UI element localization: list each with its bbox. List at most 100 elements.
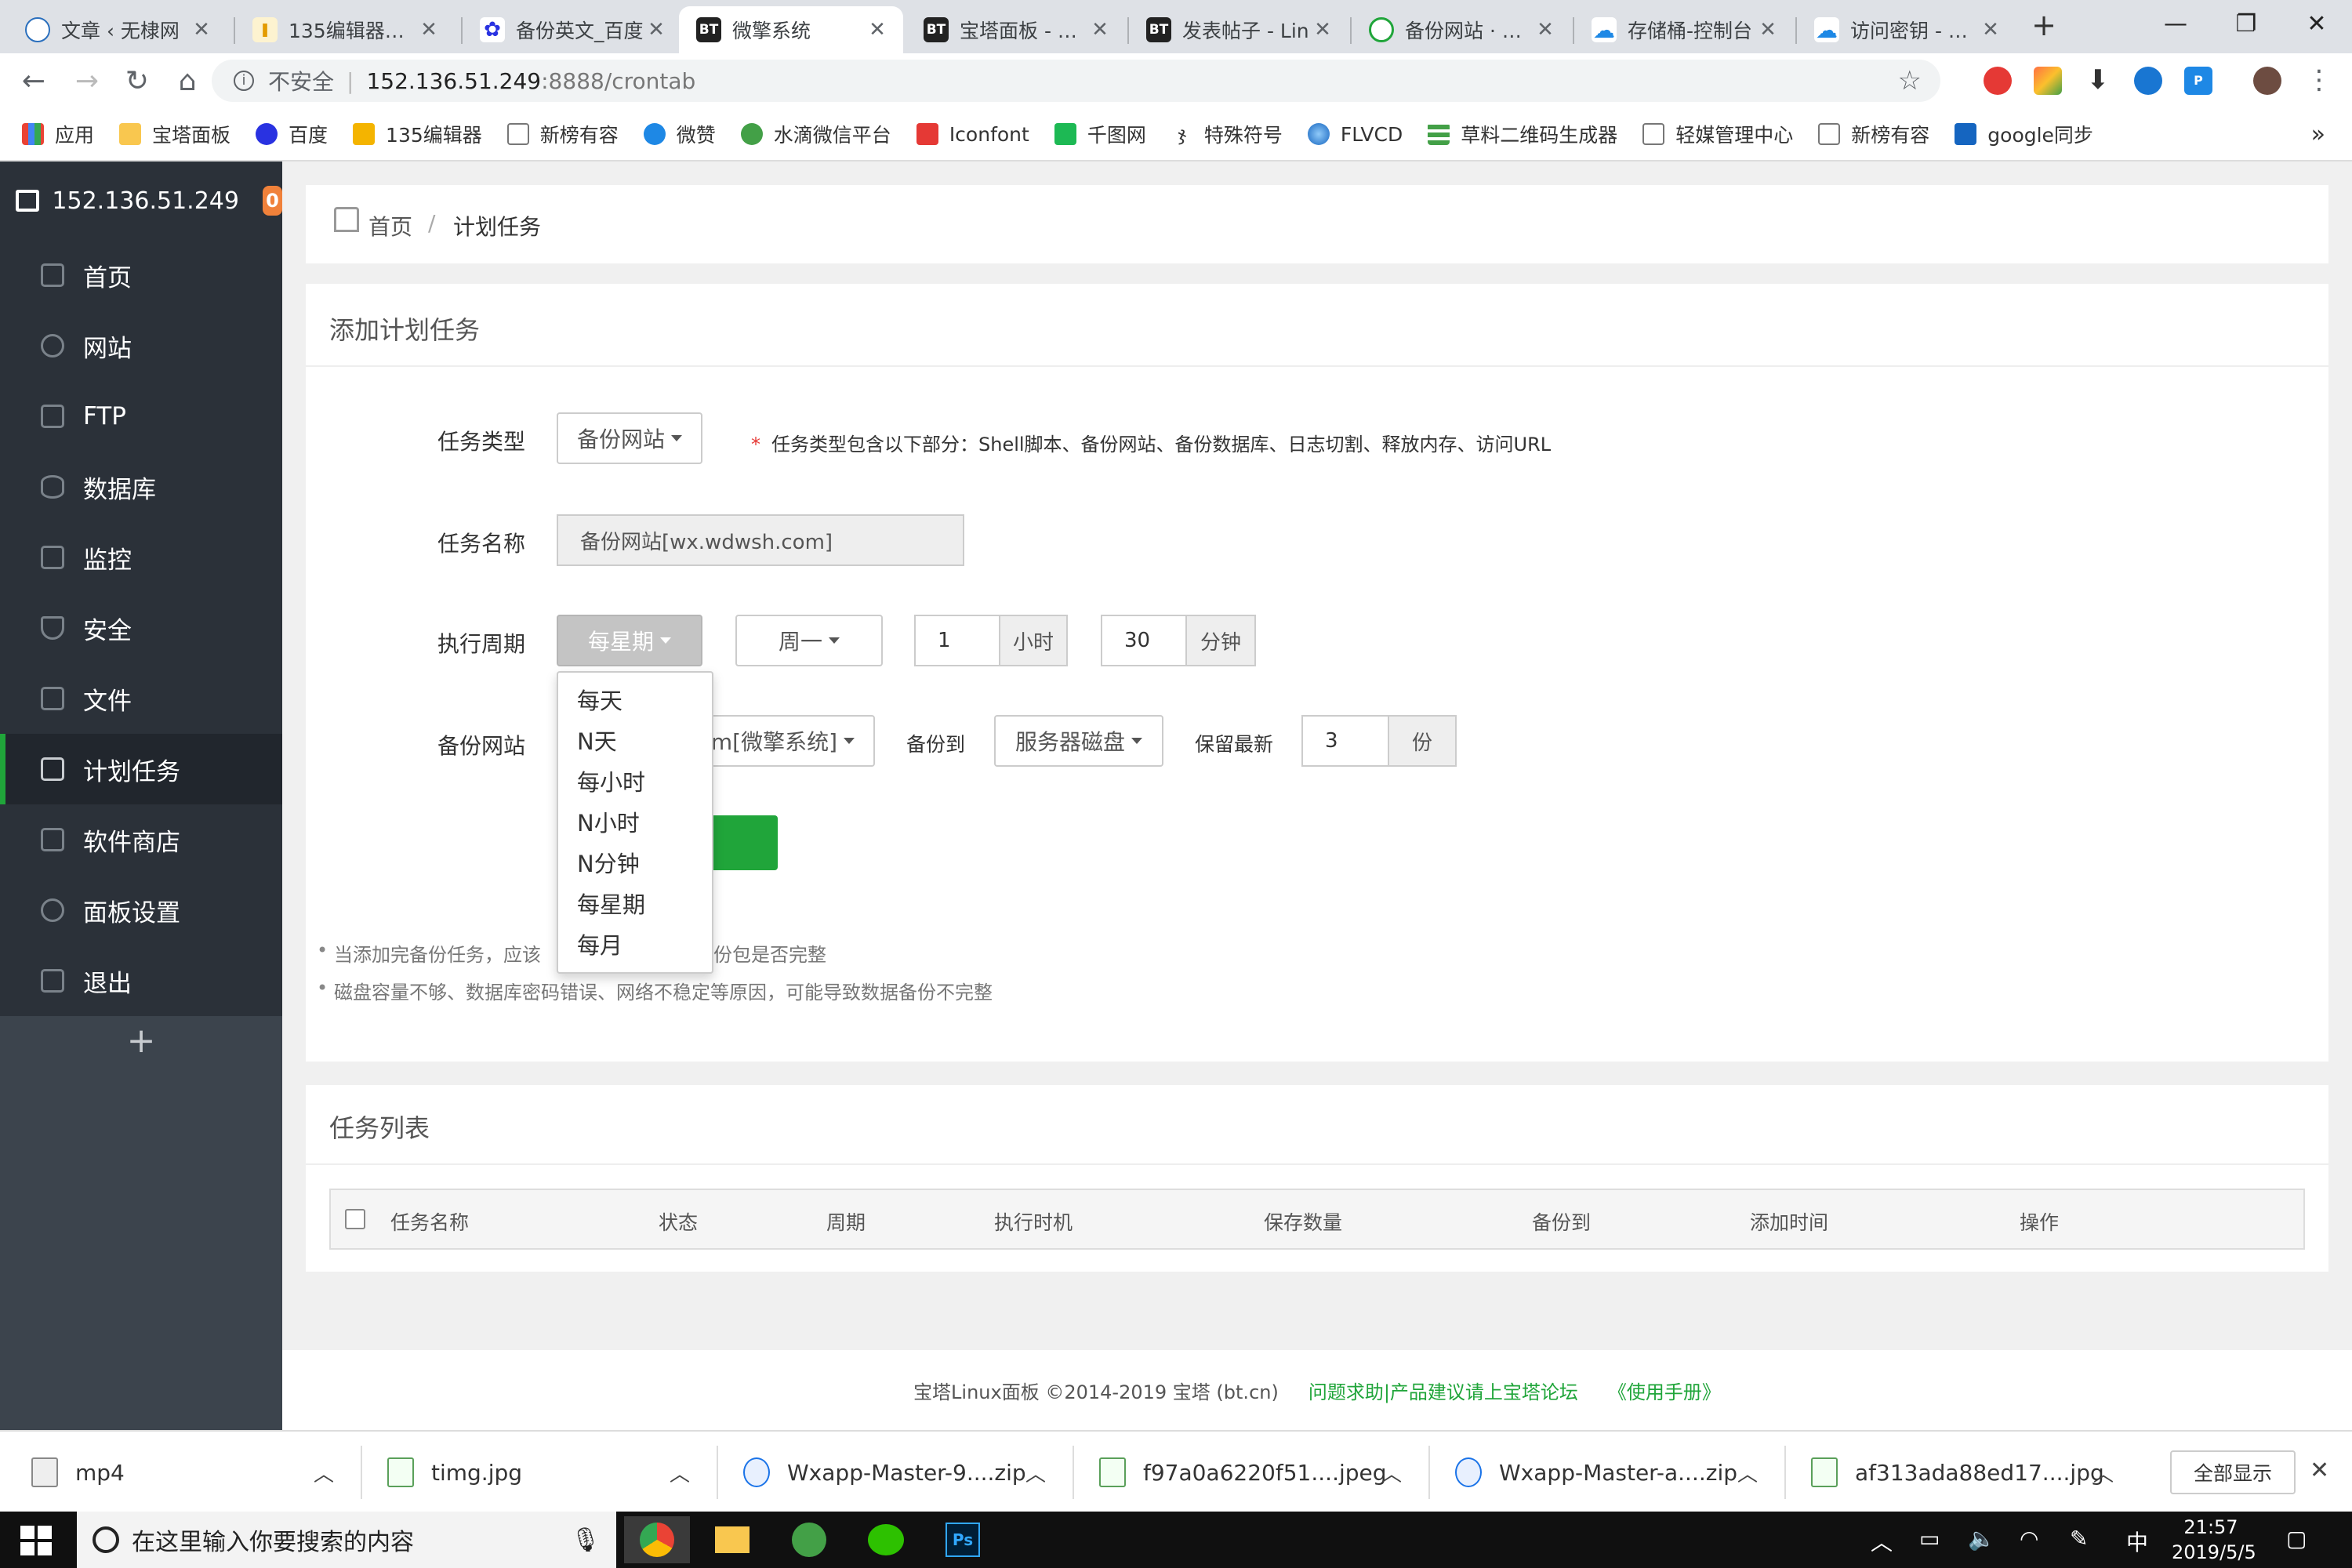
new-tab-button[interactable]: + bbox=[2023, 8, 2065, 47]
extension-p-icon[interactable]: P bbox=[2184, 67, 2212, 95]
select-all-checkbox[interactable] bbox=[345, 1209, 365, 1229]
notification-icon[interactable]: ▢ bbox=[2286, 1526, 2307, 1552]
close-tab-icon[interactable]: ✕ bbox=[644, 18, 668, 42]
sidebar-item-files[interactable]: 文件 bbox=[0, 663, 282, 734]
browser-tab[interactable]: 文章 ‹ 无棣网 ✕ bbox=[8, 6, 227, 53]
taskbar-search-box[interactable]: 在这里输入你要搜索的内容 🎙 bbox=[77, 1512, 616, 1568]
bookmark-item[interactable]: ჯ 特殊符号 bbox=[1171, 120, 1283, 148]
close-tab-icon[interactable]: ✕ bbox=[1534, 18, 1557, 42]
close-tab-icon[interactable]: ✕ bbox=[866, 18, 889, 42]
close-downloads-icon[interactable]: ✕ bbox=[2310, 1457, 2329, 1484]
task-type-select[interactable]: 备份网站 bbox=[557, 412, 702, 464]
extension-icon[interactable] bbox=[2034, 67, 2062, 95]
bookmark-item[interactable]: 新榜有容 bbox=[506, 120, 619, 148]
browser-taskbar-icon[interactable] bbox=[776, 1516, 842, 1563]
browser-tab[interactable]: ☁ 存储桶-控制台 ✕ bbox=[1574, 6, 1794, 53]
close-tab-icon[interactable]: ✕ bbox=[1979, 18, 2002, 42]
maximize-icon[interactable]: ❐ bbox=[2211, 0, 2281, 47]
bookmark-item[interactable]: 轻媒管理中心 bbox=[1642, 120, 1793, 148]
minute-input[interactable]: 30 bbox=[1101, 615, 1187, 666]
sidebar-item-crontab[interactable]: 计划任务 bbox=[0, 734, 282, 804]
windows-start-icon[interactable] bbox=[20, 1526, 52, 1555]
dropdown-option[interactable]: 每天 bbox=[558, 681, 712, 721]
bookmark-item[interactable]: 水滴微信平台 bbox=[740, 120, 891, 148]
close-tab-icon[interactable]: ✕ bbox=[417, 18, 441, 42]
menu-icon[interactable]: ⋮ bbox=[2305, 67, 2333, 95]
download-icon[interactable]: ⬇ bbox=[2084, 67, 2112, 95]
column-header[interactable]: 备份到 bbox=[1532, 1207, 1591, 1236]
column-header[interactable]: 周期 bbox=[826, 1207, 866, 1236]
microphone-icon[interactable]: 🎙 bbox=[571, 1526, 601, 1554]
bookmark-item[interactable]: 千图网 bbox=[1054, 120, 1146, 148]
chevron-up-icon[interactable]: ︿ bbox=[2093, 1458, 2114, 1487]
dropdown-option[interactable]: 每小时 bbox=[558, 762, 712, 803]
wifi-icon[interactable]: ◠ bbox=[2020, 1526, 2038, 1552]
browser-tab[interactable]: 备份网站 · 宝塔 ✕ bbox=[1352, 6, 1571, 53]
close-window-icon[interactable]: ✕ bbox=[2281, 0, 2352, 47]
browser-tab[interactable]: BT 发表帖子 - Lin ✕ bbox=[1129, 6, 1348, 53]
download-item[interactable]: Wxapp-Master-a....zip bbox=[1455, 1432, 1737, 1513]
chevron-up-icon[interactable]: ︿ bbox=[1025, 1458, 1046, 1487]
keep-count-input[interactable]: 3 bbox=[1301, 715, 1389, 767]
bookmark-item[interactable]: 应用 bbox=[22, 120, 94, 148]
download-item[interactable]: Wxapp-Master-9....zip bbox=[743, 1432, 1026, 1513]
photoshop-taskbar-icon[interactable]: Ps bbox=[930, 1516, 996, 1563]
ime-indicator[interactable]: 中 bbox=[2126, 1526, 2148, 1557]
show-all-downloads-button[interactable]: 全部显示 bbox=[2170, 1450, 2296, 1494]
download-item[interactable]: mp4 bbox=[31, 1432, 125, 1513]
download-item[interactable]: f97a0a6220f51....jpeg bbox=[1099, 1432, 1387, 1513]
dropdown-option[interactable]: N小时 bbox=[558, 803, 712, 844]
bookmark-item[interactable]: FLVCD bbox=[1307, 123, 1403, 146]
dropdown-option[interactable]: N天 bbox=[558, 721, 712, 762]
column-header[interactable]: 任务名称 bbox=[390, 1207, 469, 1236]
browser-tab[interactable]: BT 宝塔面板 - 简单 ✕ bbox=[906, 6, 1126, 53]
close-tab-icon[interactable]: ✕ bbox=[190, 18, 213, 42]
bookmark-item[interactable]: 新榜有容 bbox=[1818, 120, 1929, 148]
hour-input[interactable]: 1 bbox=[914, 615, 1000, 666]
sidebar-item-app-store[interactable]: 软件商店 bbox=[0, 804, 282, 875]
file-explorer-taskbar-icon[interactable] bbox=[699, 1516, 765, 1563]
info-icon[interactable]: i bbox=[234, 71, 254, 91]
forward-icon[interactable]: → bbox=[67, 61, 107, 100]
profile-avatar[interactable] bbox=[2253, 67, 2281, 95]
sidebar-item-security[interactable]: 安全 bbox=[0, 593, 282, 663]
column-header[interactable]: 操作 bbox=[2020, 1207, 2059, 1236]
sidebar-add-button[interactable]: + bbox=[0, 1021, 282, 1068]
bookmark-item[interactable]: Iconfont bbox=[916, 123, 1029, 146]
sidebar-item-settings[interactable]: 面板设置 bbox=[0, 875, 282, 946]
breadcrumb-home[interactable]: 首页 bbox=[368, 210, 412, 241]
chrome-taskbar-icon[interactable] bbox=[624, 1516, 690, 1563]
sidebar-item-database[interactable]: 数据库 bbox=[0, 452, 282, 522]
chevron-up-icon[interactable]: ︿ bbox=[1381, 1458, 1402, 1487]
chevron-up-icon[interactable]: ︿ bbox=[314, 1458, 334, 1487]
forum-link[interactable]: 问题求助|产品建议请上宝塔论坛 bbox=[1308, 1377, 1578, 1404]
task-name-input[interactable]: 备份网站[wx.wdwsh.com] bbox=[557, 514, 964, 566]
column-header[interactable]: 执行时机 bbox=[994, 1207, 1073, 1236]
home-icon[interactable]: ⌂ bbox=[168, 61, 207, 100]
browser-tab-active[interactable]: BT 微擎系统 ✕ bbox=[679, 6, 903, 53]
browser-tab[interactable]: ❚ 135编辑器官网 ✕ bbox=[235, 6, 455, 53]
extension-icon[interactable] bbox=[2134, 67, 2162, 95]
bookmark-star-icon[interactable]: ☆ bbox=[1898, 65, 1922, 96]
cycle-select[interactable]: 每星期 bbox=[557, 615, 702, 666]
notification-badge[interactable]: 0 bbox=[262, 186, 282, 216]
column-header[interactable]: 状态 bbox=[659, 1207, 698, 1236]
sidebar-item-website[interactable]: 网站 bbox=[0, 310, 282, 381]
sidebar-item-logout[interactable]: 退出 bbox=[0, 946, 282, 1016]
bookmark-item[interactable]: google同步 bbox=[1955, 120, 2093, 148]
sidebar-item-monitor[interactable]: 监控 bbox=[0, 522, 282, 593]
extension-icon[interactable] bbox=[1984, 67, 2012, 95]
dropdown-option[interactable]: N分钟 bbox=[558, 844, 712, 884]
address-bar[interactable]: i 不安全 | 152.136.51.249 :8888/crontab ☆ bbox=[212, 60, 1940, 102]
bookmark-item[interactable]: 135编辑器 bbox=[353, 120, 482, 148]
close-tab-icon[interactable]: ✕ bbox=[1311, 18, 1334, 42]
dropdown-option[interactable]: 每月 bbox=[558, 925, 712, 966]
chevron-up-icon[interactable]: ︿ bbox=[1871, 1526, 1893, 1557]
chevron-up-icon[interactable]: ︿ bbox=[1737, 1458, 1758, 1487]
manual-link[interactable]: 《使用手册》 bbox=[1608, 1377, 1721, 1404]
sidebar-item-ftp[interactable]: FTP bbox=[0, 381, 282, 452]
bookmark-item[interactable]: 草料二维码生成器 bbox=[1428, 120, 1617, 148]
bookmark-item[interactable]: 微赞 bbox=[643, 120, 716, 148]
minimize-icon[interactable]: — bbox=[2140, 0, 2211, 47]
backup-to-select[interactable]: 服务器磁盘 bbox=[994, 715, 1163, 767]
